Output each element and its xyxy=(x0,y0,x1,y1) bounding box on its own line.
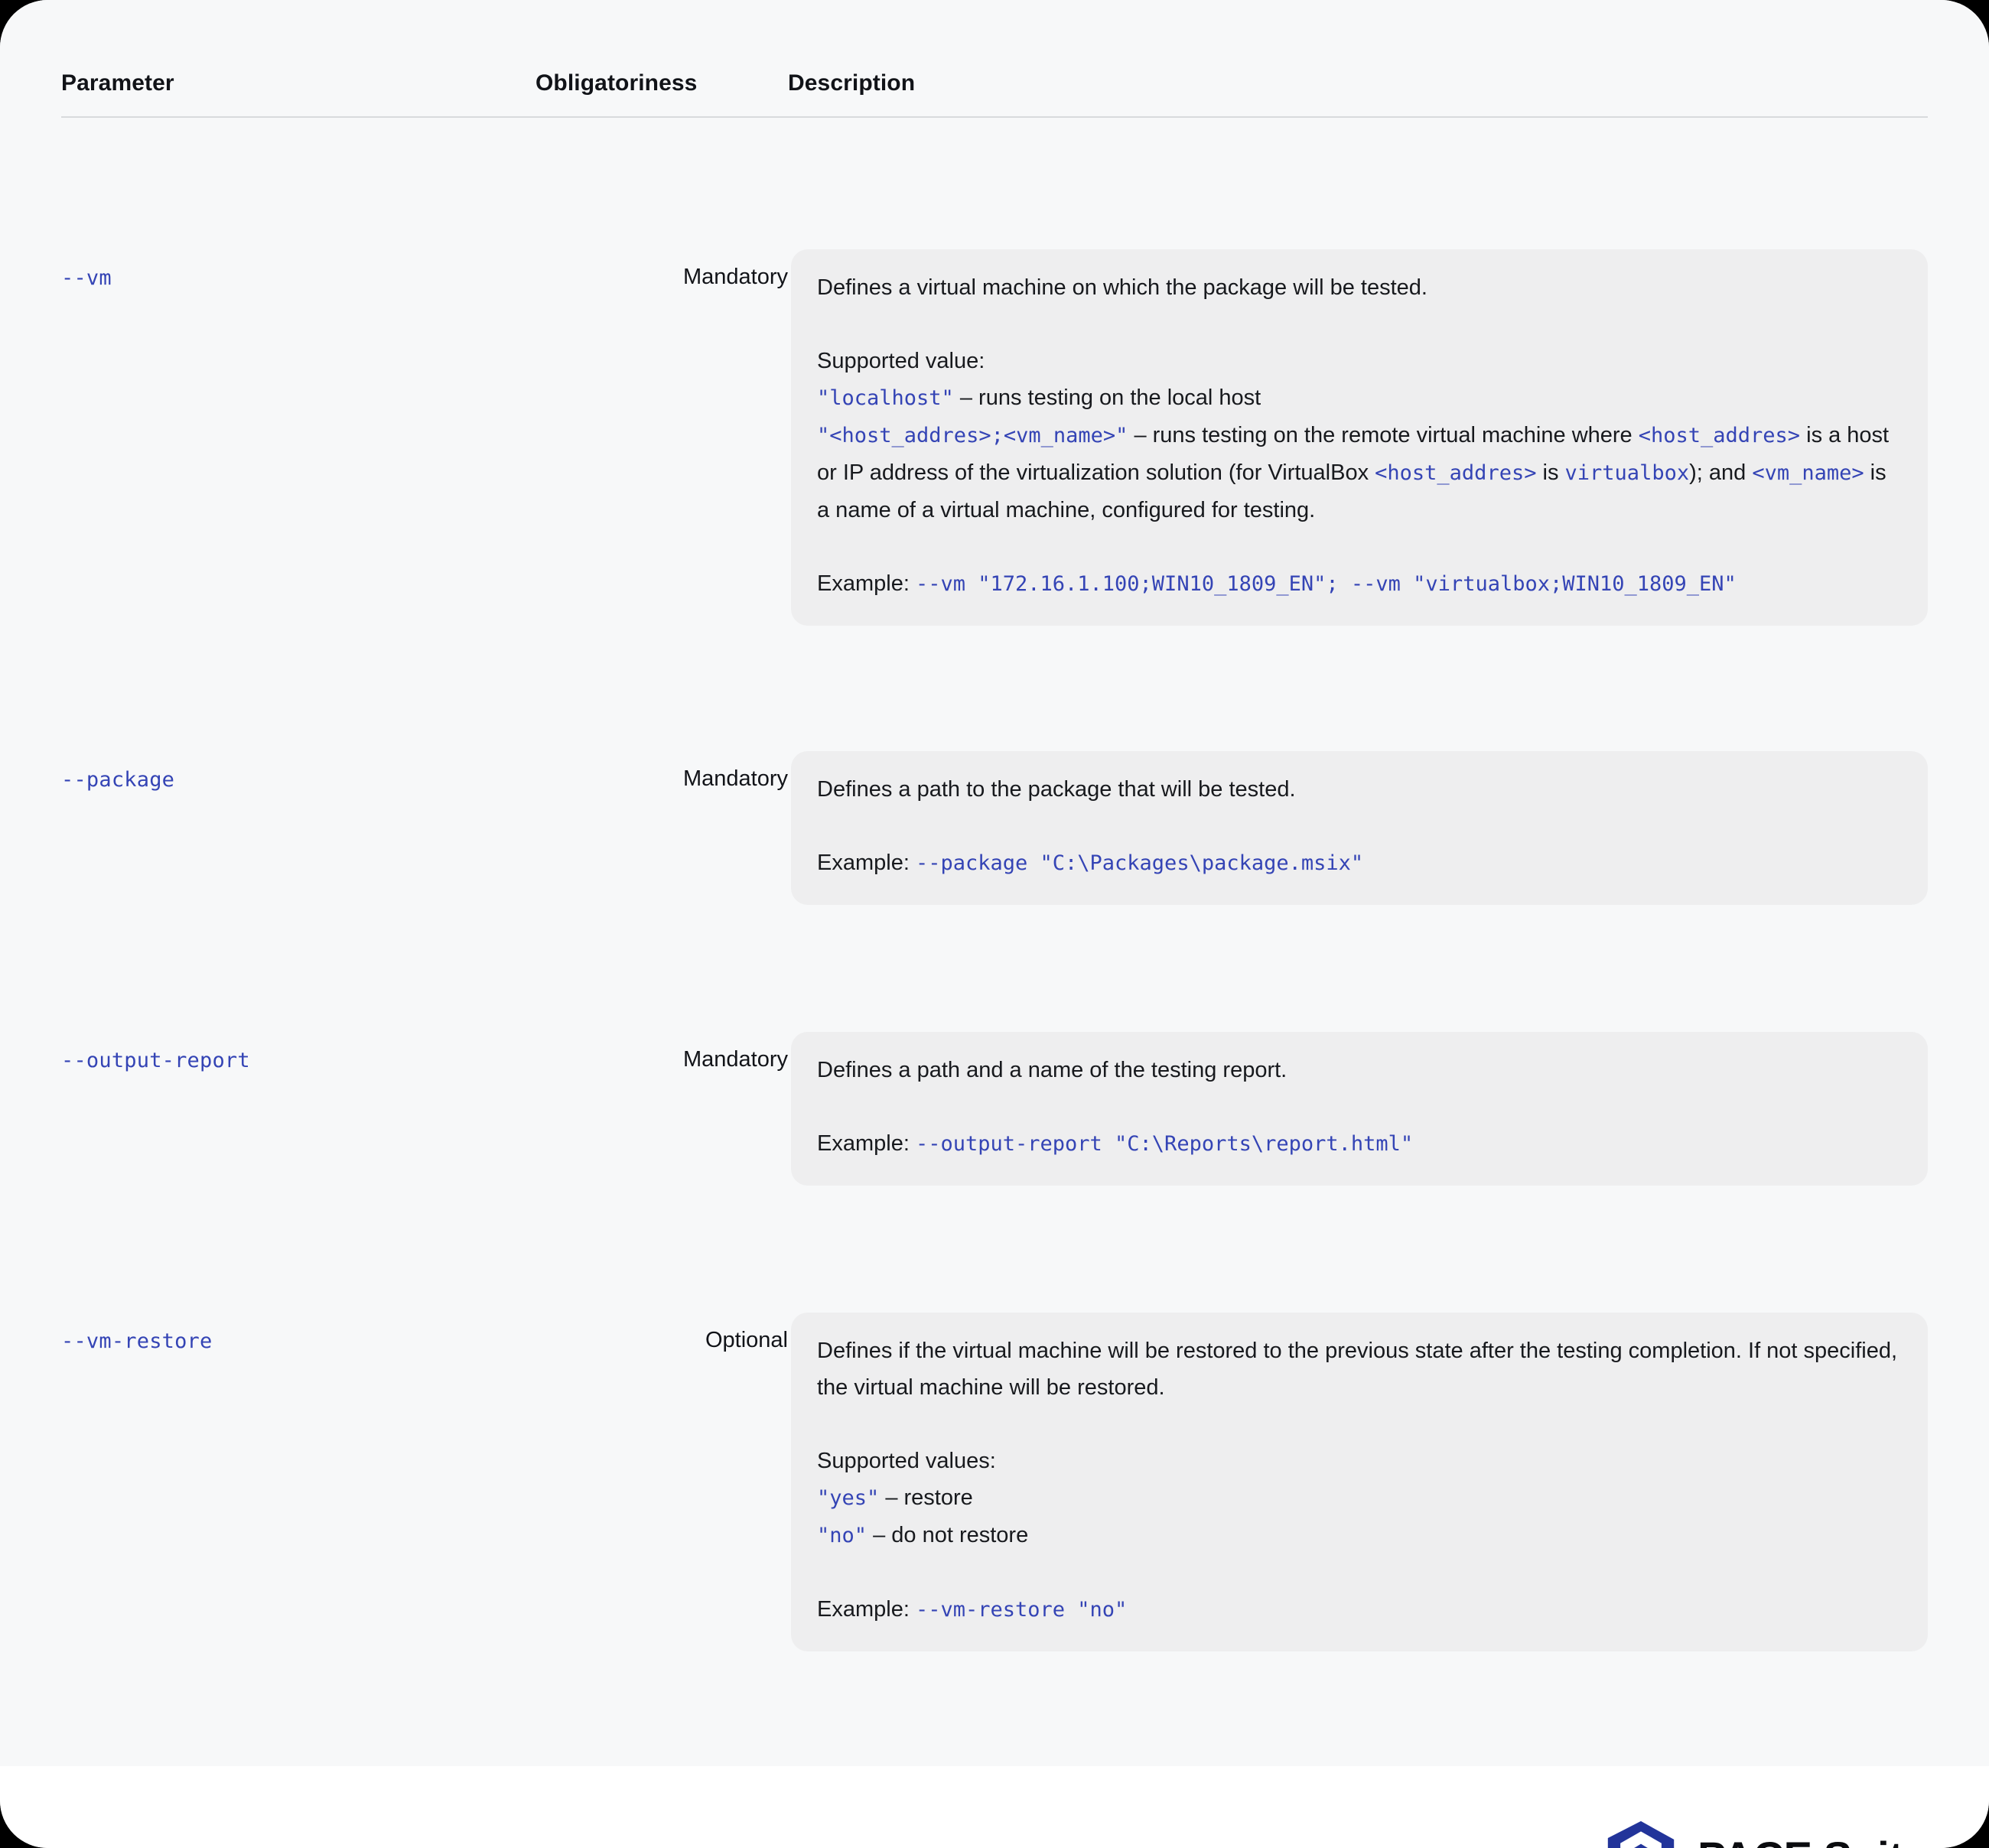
parameters-table: Parameter Obligatoriness Description --v… xyxy=(0,0,1989,1766)
value-text: is xyxy=(1536,460,1565,485)
description-intro: Defines a path to the package that will … xyxy=(817,777,1296,802)
parameter-name: --package xyxy=(61,768,175,792)
obligatoriness-value: Mandatory xyxy=(682,265,788,289)
value-code: "<host_addres>;<vm_name>" xyxy=(817,424,1128,447)
learn-more-text: Learn more at pacesuite.com xyxy=(63,1845,330,1848)
example-line: Example: --output-report "C:\Reports\rep… xyxy=(817,1125,1902,1163)
description-cell: Defines a path to the package that will … xyxy=(791,751,1928,905)
parameter-cell: --output-report xyxy=(61,1032,536,1072)
column-header-description: Description xyxy=(788,70,916,96)
description-cell: Defines a path and a name of the testing… xyxy=(791,1032,1928,1186)
value-code: <host_addres> xyxy=(1638,424,1801,447)
supported-values-label: Supported values: xyxy=(817,1449,996,1473)
description-cell: Defines a virtual machine on which the p… xyxy=(791,249,1928,626)
table-row: --package Mandatory Defines a path to th… xyxy=(61,626,1928,905)
description-intro: Defines a path and a name of the testing… xyxy=(817,1058,1287,1082)
description-cell: Defines if the virtual machine will be r… xyxy=(791,1313,1928,1651)
example-code: --package "C:\Packages\package.msix" xyxy=(915,851,1364,875)
example-label: Example: xyxy=(817,571,916,596)
value-code: virtualbox xyxy=(1564,461,1690,485)
obligatoriness-value: Mandatory xyxy=(682,766,788,791)
supported-value-line: "yes" – restore xyxy=(817,1479,1902,1517)
example-label: Example: xyxy=(817,1597,916,1622)
parameter-cell: --vm xyxy=(61,249,536,290)
supported-value-line: "no" – do not restore xyxy=(817,1517,1902,1554)
document-card: Parameter Obligatoriness Description --v… xyxy=(0,0,1989,1848)
example-line: Example: --package "C:\Packages\package.… xyxy=(817,844,1902,882)
example-label: Example: xyxy=(817,1131,916,1156)
parameter-cell: --package xyxy=(61,751,536,792)
description-intro: Defines if the virtual machine will be r… xyxy=(817,1339,1898,1400)
table-row: --vm-restore Optional Defines if the vir… xyxy=(61,1186,1928,1766)
value-code: "no" xyxy=(817,1524,868,1547)
parameter-name: --vm xyxy=(61,266,112,290)
value-text: – do not restore xyxy=(867,1523,1029,1547)
learn-more-prefix: Learn more at xyxy=(63,1845,197,1848)
column-header-obligatoriness: Obligatoriness xyxy=(536,70,698,96)
supported-values-label: Supported value: xyxy=(817,349,985,373)
parameter-cell: --vm-restore xyxy=(61,1313,536,1353)
parameter-name: --output-report xyxy=(61,1049,250,1072)
example-label: Example: xyxy=(817,851,916,875)
supported-value-line: "localhost" – runs testing on the local … xyxy=(817,379,1902,417)
example-code: --vm "172.16.1.100;WIN10_1809_EN"; --vm … xyxy=(915,572,1737,596)
example-line: Example: --vm "172.16.1.100;WIN10_1809_E… xyxy=(817,565,1902,603)
value-text: ); and xyxy=(1689,460,1753,485)
example-line: Example: --vm-restore "no" xyxy=(817,1591,1902,1628)
value-text: – runs testing on the local host xyxy=(953,386,1261,410)
example-code: --vm-restore "no" xyxy=(915,1598,1128,1622)
value-code: "yes" xyxy=(817,1486,880,1510)
value-text: – restore xyxy=(879,1485,973,1510)
column-header-parameter: Parameter xyxy=(61,70,174,96)
table-row: --output-report Mandatory Defines a path… xyxy=(61,905,1928,1186)
obligatoriness-cell: Mandatory xyxy=(536,1032,791,1072)
table-row: --vm Mandatory Defines a virtual machine… xyxy=(61,118,1928,626)
obligatoriness-value: Mandatory xyxy=(682,1047,788,1072)
example-code: --output-report "C:\Reports\report.html" xyxy=(915,1132,1414,1156)
obligatoriness-value: Optional xyxy=(705,1328,788,1352)
supported-value-line: "<host_addres>;<vm_name>" – runs testing… xyxy=(817,417,1902,529)
obligatoriness-cell: Optional xyxy=(536,1313,791,1353)
parameter-name: --vm-restore xyxy=(61,1329,213,1353)
page-footer: Learn more at pacesuite.com PACE Suite xyxy=(0,1766,1989,1848)
obligatoriness-cell: Mandatory xyxy=(536,751,791,792)
pacesuite-link[interactable]: pacesuite.com xyxy=(197,1845,330,1848)
brand-lockup: PACE Suite xyxy=(1604,1820,1926,1848)
value-code: <vm_name> xyxy=(1752,461,1864,485)
table-header-row: Parameter Obligatoriness Description xyxy=(61,0,1928,118)
value-code: <host_addres> xyxy=(1375,461,1537,485)
value-code: "localhost" xyxy=(817,386,954,410)
description-intro: Defines a virtual machine on which the p… xyxy=(817,275,1427,300)
pace-suite-logo-icon xyxy=(1607,1820,1675,1848)
brand-name: PACE Suite xyxy=(1698,1832,1926,1848)
obligatoriness-cell: Mandatory xyxy=(536,249,791,290)
value-text: – runs testing on the remote virtual mac… xyxy=(1128,423,1639,447)
